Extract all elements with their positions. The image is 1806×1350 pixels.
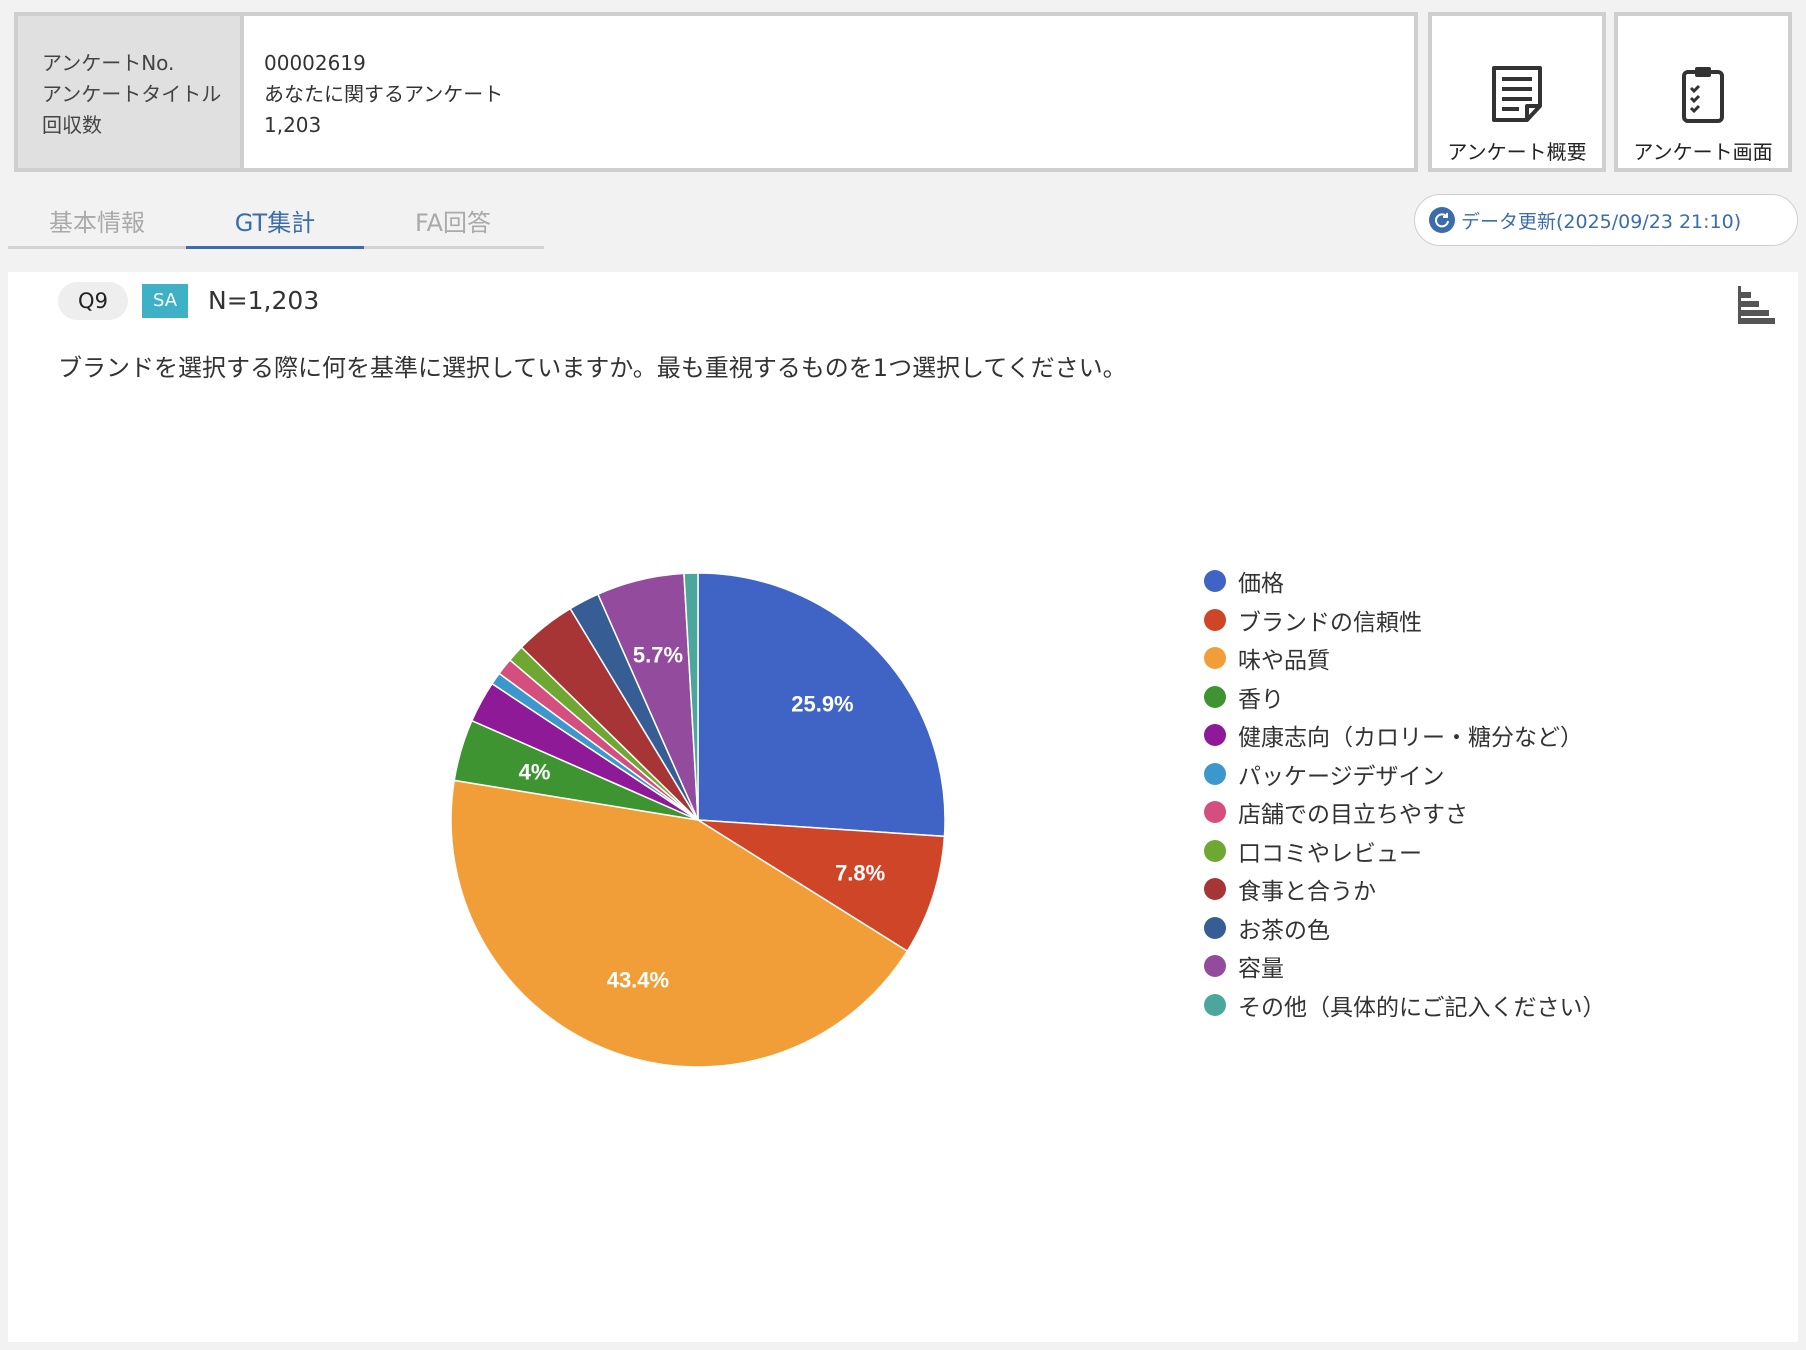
bar-chart-toggle-icon[interactable] (1736, 284, 1776, 330)
legend-item-3[interactable]: 香り (1204, 678, 1606, 717)
legend-swatch-4 (1204, 724, 1226, 747)
legend-swatch-8 (1204, 878, 1226, 901)
legend-item-7[interactable]: 口コミやレビュー (1204, 832, 1606, 871)
pie-data-label-2: 43.4% (607, 967, 669, 992)
legend-label-8: 食事と合うか (1238, 879, 1376, 906)
survey-no-value: 00002619 (264, 51, 366, 75)
legend-label-6: 店舗での目立ちやすさ (1238, 802, 1468, 829)
legend-item-8[interactable]: 食事と合うか (1204, 870, 1606, 909)
legend-swatch-7 (1204, 839, 1226, 862)
survey-screen-label: アンケート画面 (1633, 140, 1773, 164)
chart-legend: 価格ブランドの信頼性 味や品質香り健康志向（カロリー・糖分など） パッケージデザイン… (1204, 562, 1606, 1024)
data-refresh-button[interactable]: データ更新(2025/09/23 21:10) (1414, 194, 1798, 246)
legend-swatch-5 (1204, 762, 1226, 785)
survey-info-values: 00002619 あなたに関するアンケート 1,203 (244, 16, 503, 168)
survey-info-labels: アンケートNo. アンケートタイトル 回収数 (18, 16, 244, 168)
legend-item-6[interactable]: 店舗での目立ちやすさ (1204, 793, 1606, 832)
legend-swatch-3 (1204, 685, 1226, 708)
survey-info-box: アンケートNo. アンケートタイトル 回収数 00002619 あなたに関するア… (14, 12, 1418, 172)
tab-fa-answers[interactable]: FA回答 (364, 200, 542, 246)
legend-label-0: 価格 (1238, 571, 1284, 598)
pie-data-label-10: 5.7% (633, 642, 683, 667)
legend-label-3: 香り (1238, 686, 1284, 713)
data-refresh-label: データ更新(2025/09/23 21:10) (1461, 210, 1742, 233)
legend-label-5: パッケージデザイン (1238, 763, 1445, 790)
legend-item-4[interactable]: 健康志向（カロリー・糖分など） (1204, 716, 1606, 755)
bottom-strip (0, 1342, 1806, 1350)
legend-item-5[interactable]: パッケージデザイン (1204, 755, 1606, 794)
legend-label-10: 容量 (1238, 956, 1284, 983)
legend-label-2: 味や品質 (1238, 648, 1330, 675)
legend-item-11[interactable]: その他（具体的にご記入ください） (1204, 986, 1606, 1025)
survey-title-value: あなたに関するアンケート (264, 82, 504, 106)
pie-data-label-3: 4% (519, 760, 551, 785)
survey-no-label: アンケートNo. (42, 51, 175, 75)
survey-overview-button[interactable]: アンケート概要 (1428, 12, 1606, 172)
responses-value: 1,203 (264, 113, 322, 137)
clipboard-icon (1682, 67, 1724, 123)
legend-label-9: お茶の色 (1238, 917, 1330, 944)
legend-label-11: その他（具体的にご記入ください） (1238, 994, 1606, 1021)
legend-swatch-9 (1204, 916, 1226, 939)
pie-data-label-1: 7.8% (835, 860, 885, 885)
legend-label-4: 健康志向（カロリー・糖分など） (1238, 725, 1583, 752)
legend-swatch-1 (1204, 608, 1226, 631)
legend-label-7: 口コミやレビュー (1238, 840, 1422, 867)
legend-swatch-6 (1204, 801, 1226, 824)
legend-swatch-2 (1204, 647, 1226, 670)
survey-title-label: アンケートタイトル (42, 82, 222, 106)
legend-item-10[interactable]: 容量 (1204, 947, 1606, 986)
pie-chart: 25.9% 7.8% 43.4% 4% 5.7% (450, 572, 946, 1068)
tab-gt-summary[interactable]: GT集計 (186, 200, 364, 249)
legend-swatch-0 (1204, 570, 1226, 593)
legend-item-2[interactable]: 味や品質 (1204, 639, 1606, 678)
pie-data-label-0: 25.9% (791, 692, 853, 717)
responses-label: 回収数 (42, 113, 102, 137)
refresh-icon (1429, 207, 1455, 233)
tab-bar: 基本情報 GT集計 FA回答 (8, 200, 544, 249)
legend-label-1: ブランドの信頼性 (1238, 609, 1422, 636)
document-icon (1492, 66, 1542, 122)
survey-overview-label: アンケート概要 (1447, 140, 1587, 164)
legend-swatch-11 (1204, 993, 1226, 1016)
legend-item-1[interactable]: ブランドの信頼性 (1204, 601, 1606, 640)
tab-basic-info[interactable]: 基本情報 (8, 200, 186, 246)
question-panel: Q9 SA N=1,203 ブランドを選択する際に何を基準に選択していますか。最… (8, 272, 1798, 1342)
legend-item-9[interactable]: お茶の色 (1204, 909, 1606, 948)
legend-item-0[interactable]: 価格 (1204, 562, 1606, 601)
survey-screen-button[interactable]: アンケート画面 (1614, 12, 1792, 172)
legend-swatch-10 (1204, 955, 1226, 978)
